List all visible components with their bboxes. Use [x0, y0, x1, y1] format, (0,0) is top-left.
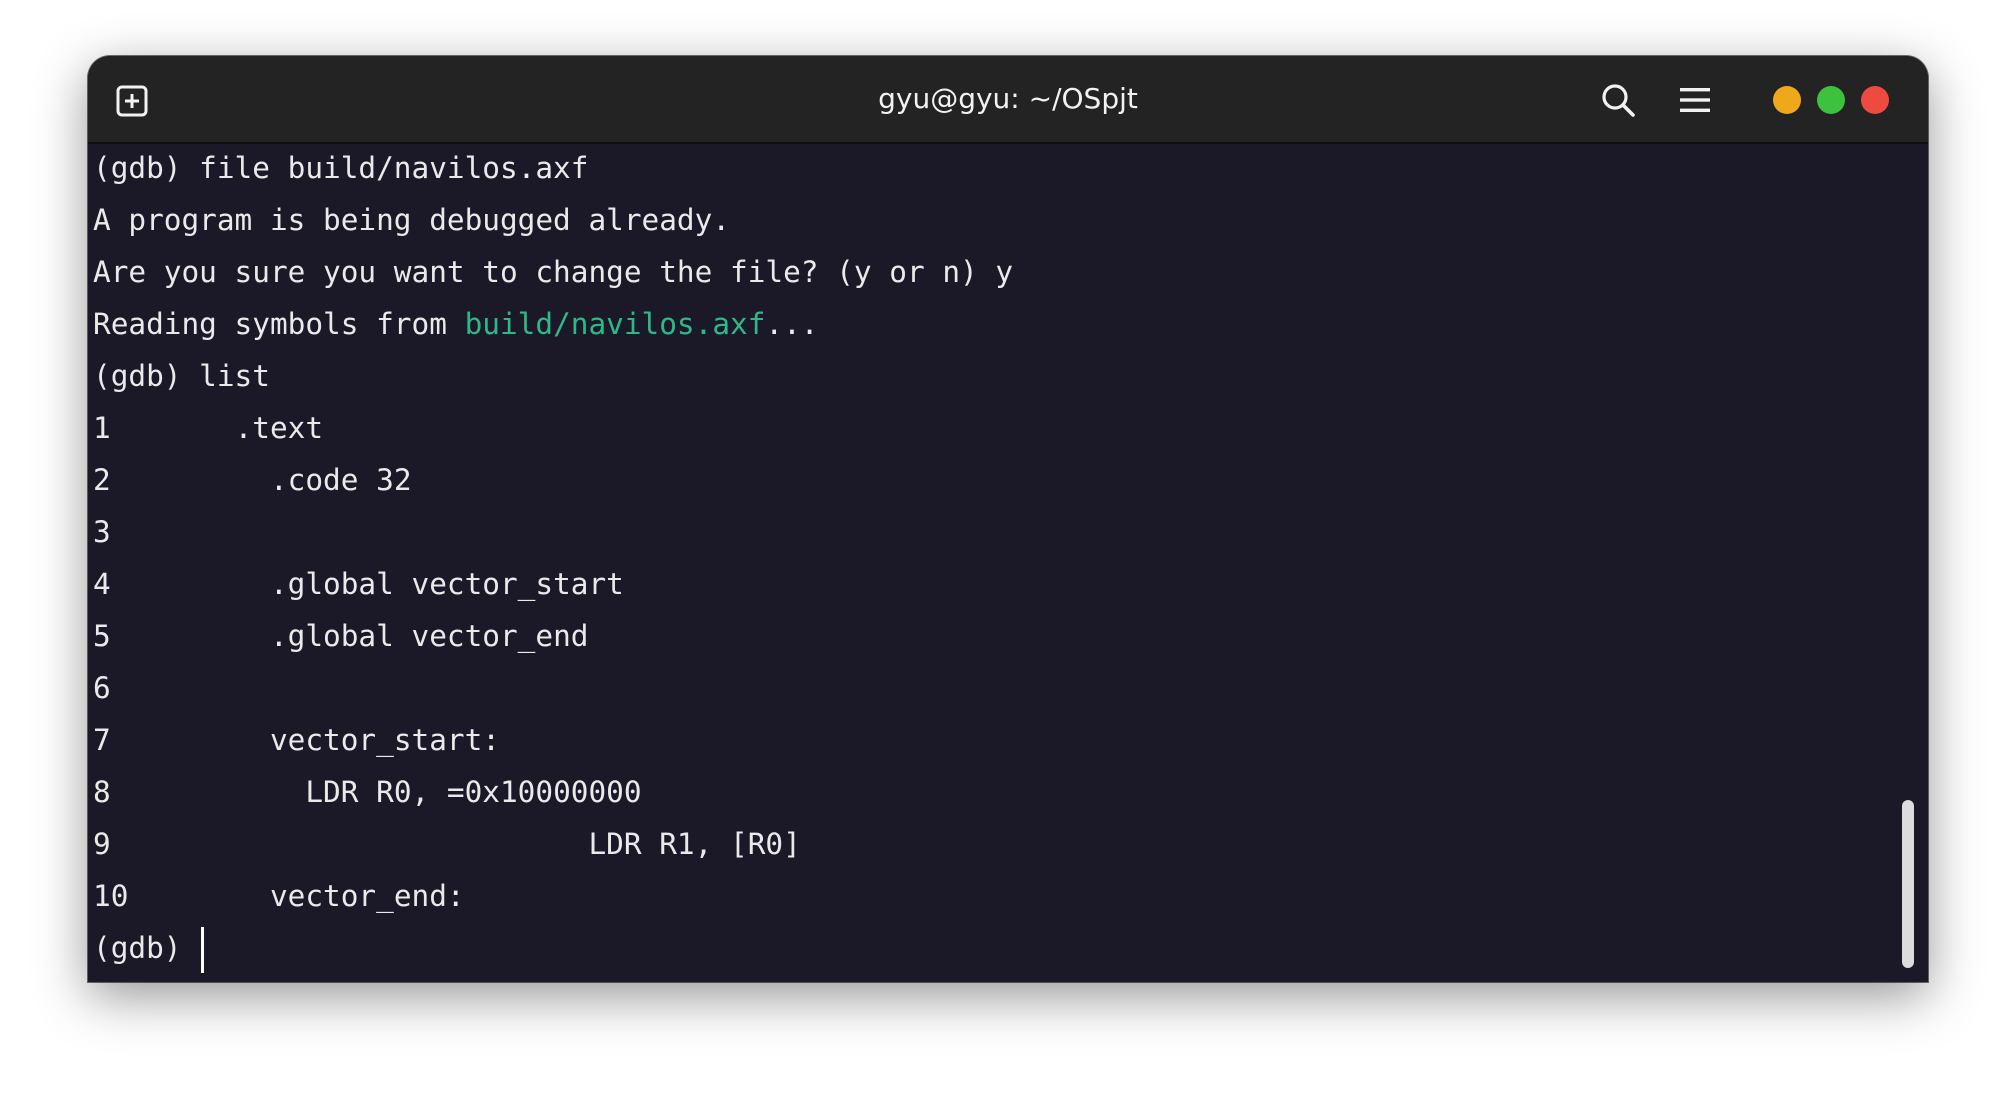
terminal-line: 4 .global vector_start [93, 567, 624, 601]
terminal-line: 1 .text [93, 411, 324, 445]
terminal-window: gyu@gyu: ~/OSpjt (gdb) file build/navilo… [88, 56, 1928, 982]
hamburger-menu-icon[interactable] [1678, 84, 1712, 116]
terminal-output[interactable]: (gdb) file build/navilos.axf A program is… [93, 142, 1893, 982]
terminal-line: 6 [93, 671, 111, 705]
scrollbar-thumb[interactable] [1902, 800, 1914, 968]
file-path-link[interactable]: build/navilos.axf [465, 307, 766, 341]
terminal-line: 3 [93, 515, 111, 549]
minimize-button[interactable] [1773, 86, 1801, 114]
terminal-line: 8 LDR R0, =0x10000000 [93, 775, 642, 809]
terminal-line: 10 vector_end: [93, 879, 465, 913]
terminal-line: (gdb) file build/navilos.axf [93, 151, 589, 185]
search-icon[interactable] [1600, 82, 1636, 118]
text-cursor [201, 926, 205, 973]
terminal-line: 7 vector_start: [93, 723, 500, 757]
new-tab-plus-icon[interactable] [116, 85, 148, 117]
prompt-line[interactable]: (gdb) [93, 922, 1893, 974]
gdb-prompt: (gdb) [93, 931, 200, 965]
terminal-line: 9 LDR R1, [R0] [93, 827, 801, 861]
title-bar: gyu@gyu: ~/OSpjt [88, 56, 1928, 144]
terminal-line: Reading symbols from build/navilos.axf..… [93, 298, 1893, 350]
close-button[interactable] [1861, 86, 1889, 114]
maximize-button[interactable] [1817, 86, 1845, 114]
window-title: gyu@gyu: ~/OSpjt [878, 82, 1138, 115]
terminal-line: (gdb) list [93, 359, 270, 393]
terminal-line: 2 .code 32 [93, 463, 412, 497]
terminal-line: Are you sure you want to change the file… [93, 255, 1014, 289]
terminal-line: 5 .global vector_end [93, 619, 589, 653]
line-text: Reading symbols from [93, 307, 465, 341]
line-text: ... [765, 307, 819, 341]
terminal-line: A program is being debugged already. [93, 203, 731, 237]
